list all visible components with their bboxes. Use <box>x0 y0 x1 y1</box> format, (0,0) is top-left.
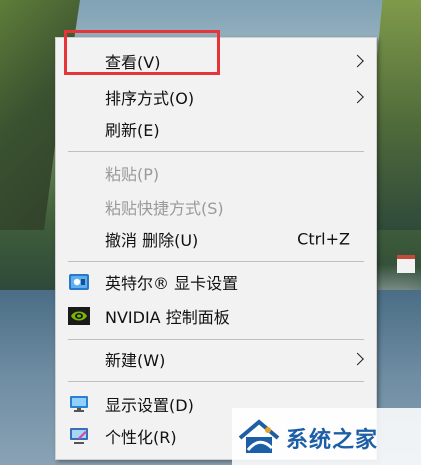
context-menu: 查看(V) 排序方式(O) 刷新(E) 粘贴(P) 粘贴快捷方式(S) 撤消 删… <box>55 37 377 460</box>
menu-item-label: 排序方式(O) <box>105 89 195 108</box>
menu-item-intel-graphics[interactable]: 英特尔® 显卡设置 <box>56 267 376 297</box>
menu-item-label: 撤消 删除(U) <box>105 231 199 250</box>
menu-item-label: NVIDIA 控制面板 <box>105 308 230 327</box>
menu-item-label: 新建(W) <box>105 351 166 370</box>
menu-separator <box>68 261 364 262</box>
menu-separator <box>68 339 364 340</box>
menu-separator <box>68 381 364 382</box>
menu-item-new[interactable]: 新建(W) <box>56 344 376 374</box>
menu-item-label: 刷新(E) <box>105 121 160 140</box>
intel-graphics-icon <box>68 273 90 291</box>
menu-item-paste[interactable]: 粘贴(P) <box>56 158 376 188</box>
menu-item-nvidia-control-panel[interactable]: NVIDIA 控制面板 <box>56 301 376 331</box>
menu-item-sort-by[interactable]: 排序方式(O) <box>56 82 376 112</box>
menu-item-label: 粘贴(P) <box>105 165 160 184</box>
watermark-text: 系统之家 <box>286 428 379 453</box>
menu-item-label: 粘贴快捷方式(S) <box>105 199 224 218</box>
chevron-right-icon <box>351 352 364 366</box>
wallpaper-house <box>397 255 415 273</box>
watermark: 系统之家 <box>232 408 421 465</box>
chevron-right-icon <box>351 54 364 68</box>
menu-item-paste-shortcut[interactable]: 粘贴快捷方式(S) <box>56 192 376 222</box>
house-logo-icon <box>238 418 280 456</box>
menu-item-label: 英特尔® 显卡设置 <box>105 274 239 293</box>
menu-item-label: 个性化(R) <box>105 428 177 447</box>
personalize-icon <box>68 427 90 445</box>
chevron-right-icon <box>351 90 364 104</box>
highlight-box <box>64 30 220 75</box>
nvidia-icon <box>68 307 90 325</box>
menu-separator <box>68 151 364 152</box>
menu-item-refresh[interactable]: 刷新(E) <box>56 114 376 144</box>
menu-item-label: 显示设置(D) <box>105 396 194 415</box>
menu-item-undo-delete[interactable]: 撤消 删除(U) Ctrl+Z <box>56 224 376 254</box>
menu-item-shortcut: Ctrl+Z <box>297 229 350 249</box>
display-settings-icon <box>68 395 90 413</box>
